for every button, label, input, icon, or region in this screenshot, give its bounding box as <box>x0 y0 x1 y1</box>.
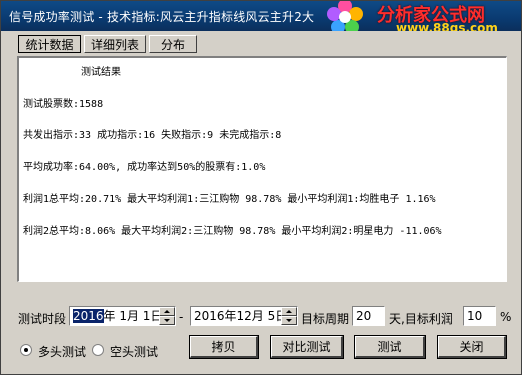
target-profit-input[interactable]: 10 <box>463 306 496 326</box>
start-year-selected: 2016 <box>73 309 104 323</box>
result-line-profit2: 利润2总平均:8.06% 最大平均利润2:三江购物 98.78% 最小平均利润2… <box>23 226 442 237</box>
end-date-up-icon[interactable] <box>281 307 297 316</box>
date-range-dash: - <box>179 310 184 324</box>
short-test-label[interactable]: 空头测试 <box>110 343 158 360</box>
flower-logo-icon <box>327 1 363 31</box>
brand-logo: 分析家公式网 www.88gs.com <box>321 1 521 31</box>
copy-button[interactable]: 拷贝 <box>189 335 259 359</box>
long-test-label[interactable]: 多头测试 <box>38 343 86 360</box>
tab-distribution[interactable]: 分布图 <box>149 35 197 70</box>
compare-test-button[interactable]: 对比测试 <box>270 335 344 359</box>
start-date-spinner[interactable] <box>159 307 175 325</box>
tab-detail-list[interactable]: 详细列表 <box>84 35 146 53</box>
period-label: 测试时段 <box>18 312 67 326</box>
title-bar[interactable]: 信号成功率测试 - 技术指标:风云主升指标线风云主升2大 分析家公式网 www.… <box>1 1 521 31</box>
long-test-radio[interactable] <box>20 344 32 356</box>
end-date-spinner[interactable] <box>281 307 297 325</box>
short-test-radio[interactable] <box>92 344 104 356</box>
end-date-field[interactable]: 2016年12月 5日 <box>190 306 298 326</box>
target-period-input[interactable]: 20 <box>352 306 385 326</box>
end-date-down-icon[interactable] <box>281 316 297 325</box>
start-date-down-icon[interactable] <box>159 316 175 325</box>
result-line-stock-count: 测试股票数:1588 <box>23 99 104 110</box>
close-button[interactable]: 关闭 <box>437 335 507 359</box>
target-profit-label: 天,目标利润 <box>389 312 453 326</box>
signal-success-rate-window: 信号成功率测试 - 技术指标:风云主升指标线风云主升2大 分析家公式网 www.… <box>0 0 522 375</box>
results-heading: 测试结果 <box>81 67 121 78</box>
results-text-area[interactable]: 测试结果 测试股票数:1588 共发出指示:33 成功指示:16 失败指示:9 … <box>17 56 507 282</box>
brand-url: www.88gs.com <box>396 21 498 31</box>
start-date-up-icon[interactable] <box>159 307 175 316</box>
result-line-signal-counts: 共发出指示:33 成功指示:16 失败指示:9 未完成指示:8 <box>23 130 282 141</box>
end-date-value: 2016年12月 5日 <box>194 309 288 323</box>
window-title: 信号成功率测试 - 技术指标:风云主升指标线风云主升2大 <box>9 10 315 24</box>
test-button[interactable]: 测试 <box>354 335 426 359</box>
start-date-rest: 年 1月 1日 <box>103 309 163 323</box>
target-period-label: 目标周期 <box>301 312 350 326</box>
tab-statistics[interactable]: 统计数据 <box>18 35 81 53</box>
start-date-field[interactable]: 2016年 1月 1日 <box>69 306 176 326</box>
percent-unit: % <box>500 310 512 324</box>
result-line-success-rate: 平均成功率:64.00%, 成功率达到50%的股票有:1.0% <box>23 162 266 173</box>
result-line-profit1: 利润1总平均:20.71% 最大平均利润1:三江购物 98.78% 最小平均利润… <box>23 194 436 205</box>
